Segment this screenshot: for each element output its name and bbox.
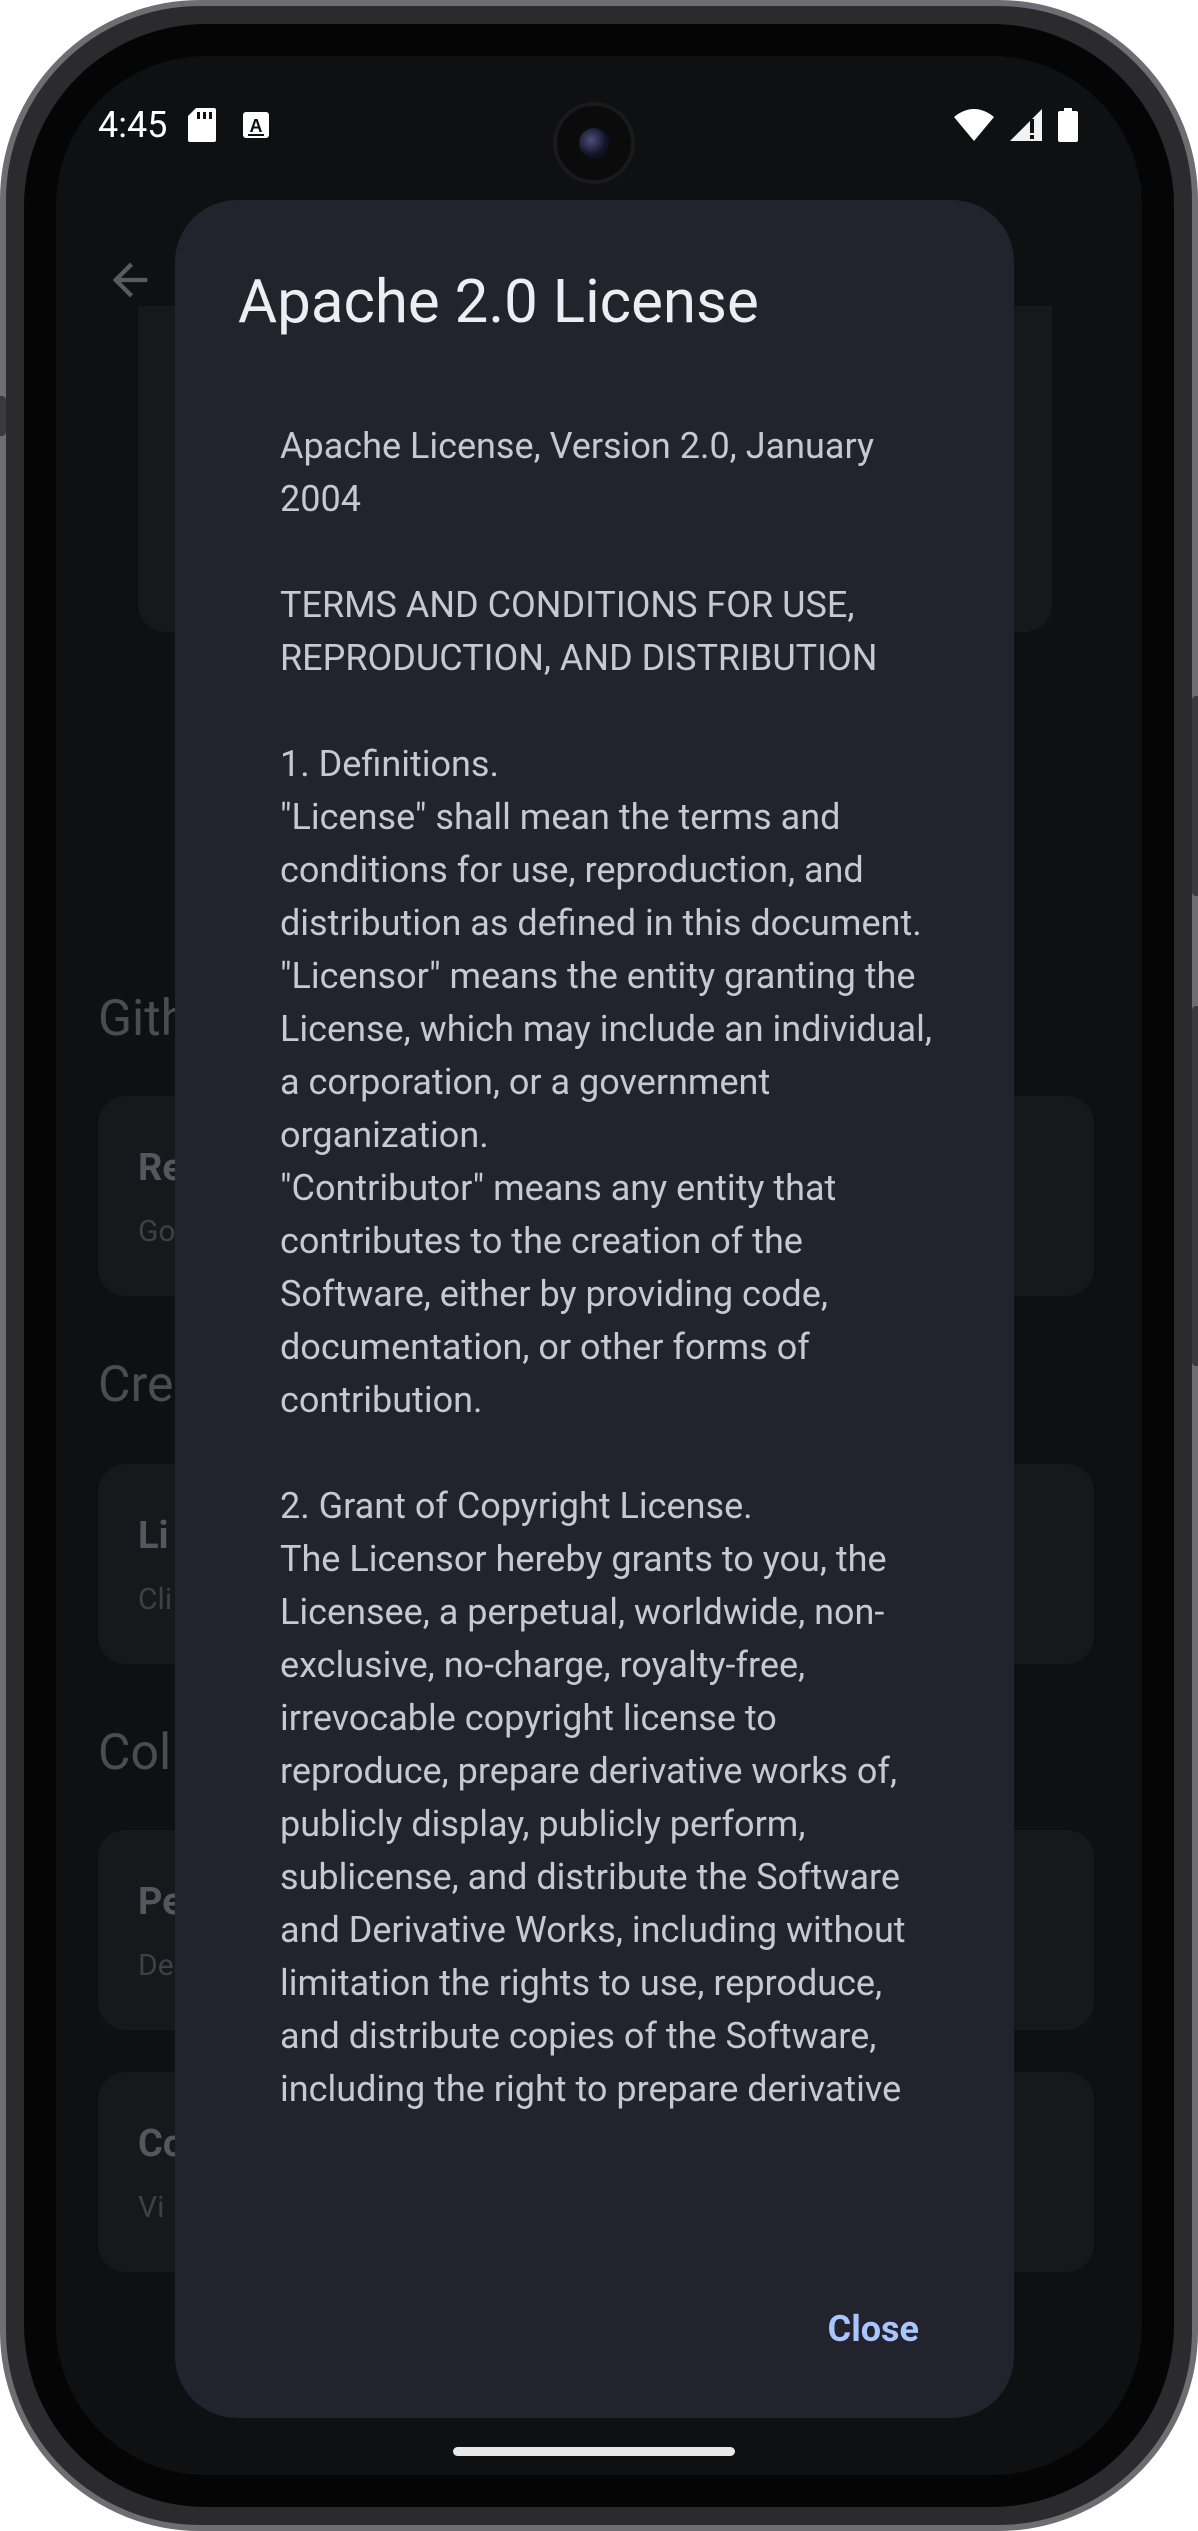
keyboard-a-icon: A	[242, 111, 270, 143]
card-subtitle: Cli	[138, 1582, 173, 1617]
dialog-title: Apache 2.0 License	[238, 266, 759, 337]
status-notifications: A	[188, 108, 270, 146]
license-dialog: Apache 2.0 License Apache License, Versi…	[175, 200, 1014, 2418]
card-subtitle: De	[138, 1948, 174, 1983]
home-indicator[interactable]	[453, 2447, 735, 2456]
wifi-icon	[954, 109, 994, 145]
section-title-collaborators: Col	[98, 1724, 172, 1782]
status-time: 4:45	[98, 104, 168, 146]
section-title-credits: Cre	[98, 1356, 174, 1414]
svg-text:A: A	[250, 116, 263, 136]
license-text[interactable]: Apache License, Version 2.0, January 200…	[280, 420, 950, 2155]
sd-card-icon	[188, 108, 216, 146]
card-subtitle: Vi	[138, 2190, 165, 2225]
status-system-icons	[954, 108, 1078, 146]
card-subtitle: Go	[138, 1214, 176, 1249]
battery-icon	[1058, 108, 1078, 146]
front-camera	[553, 102, 635, 184]
side-button	[0, 396, 6, 436]
signal-icon	[1010, 109, 1042, 145]
screen: Gith Re Go Cre Li Cli Col Pe De Co Vi 4:…	[56, 56, 1142, 2475]
card-title: Li	[138, 1514, 169, 1558]
back-arrow-icon[interactable]	[104, 254, 156, 310]
volume-button	[1192, 1006, 1198, 1366]
power-button	[1192, 696, 1198, 896]
close-button[interactable]: Close	[828, 2308, 919, 2350]
